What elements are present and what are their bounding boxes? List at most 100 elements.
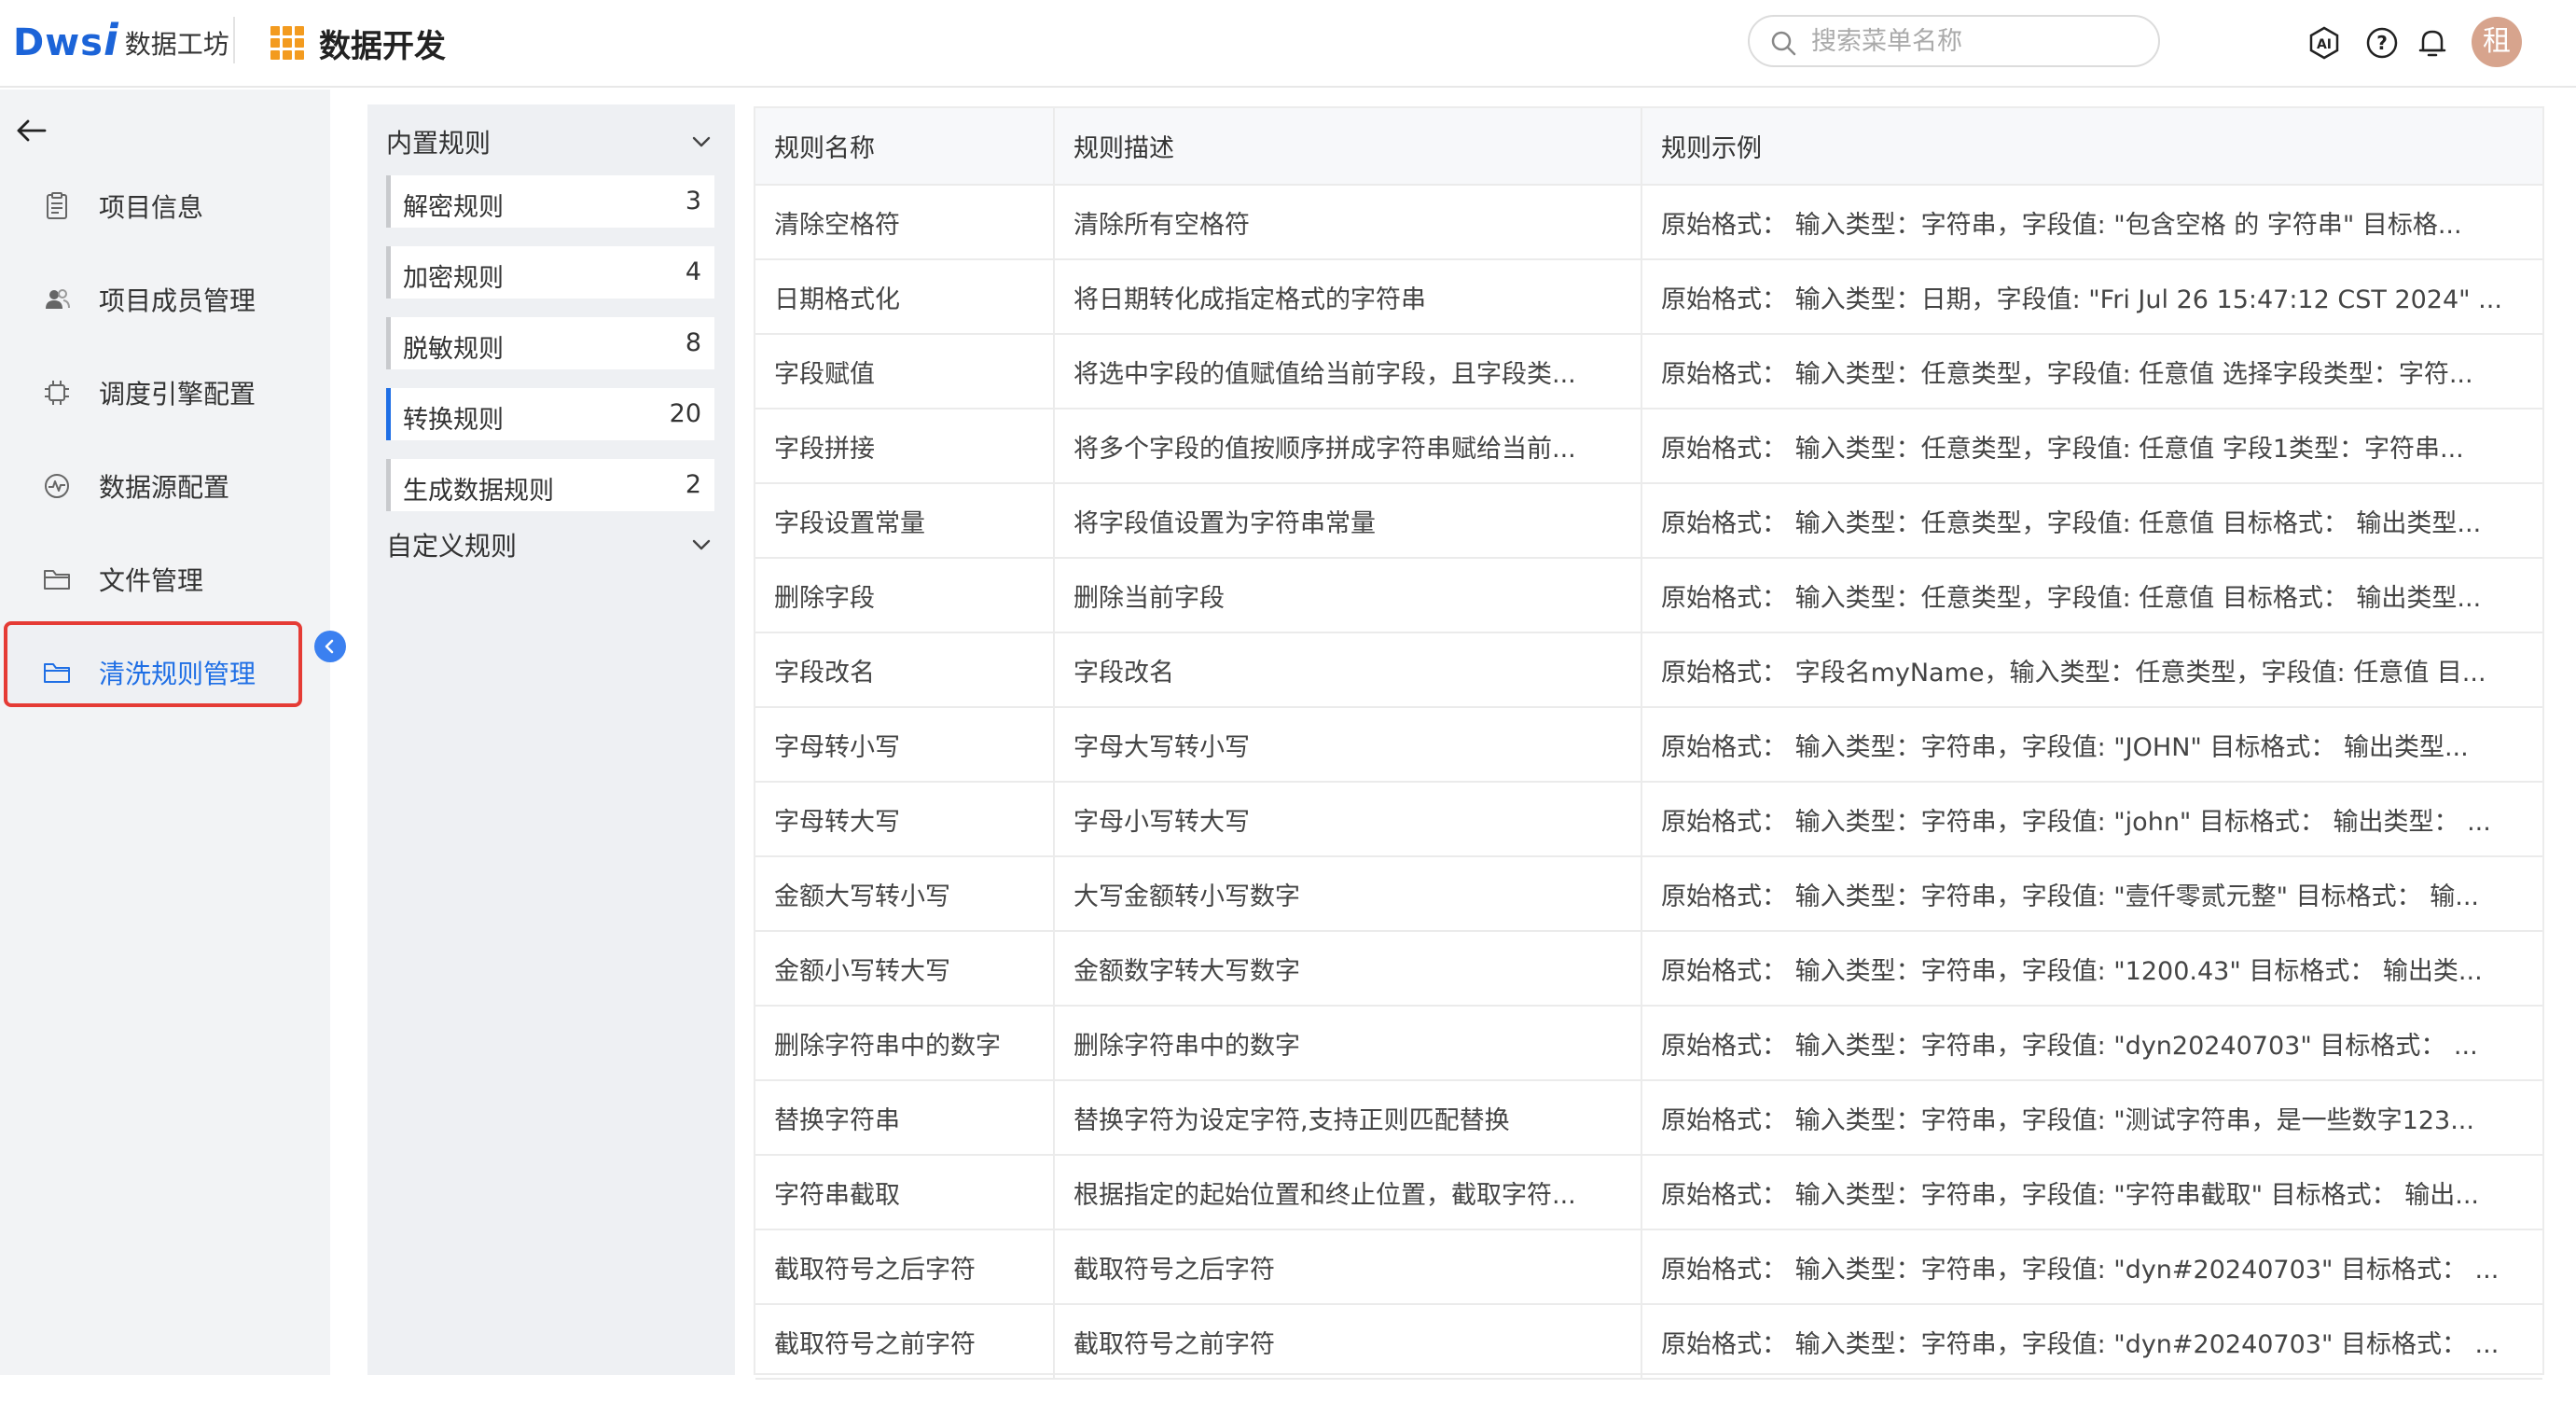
rule-example-cell: 原始格式： 输入类型：字符串，字段值: "dyn#20240703" 目标格式：… xyxy=(1641,1304,2542,1380)
sidebar-item-label: 数据源配置 xyxy=(99,472,230,503)
collapse-sidebar-button[interactable] xyxy=(314,631,346,662)
chevron-left-icon xyxy=(325,639,334,654)
sidebar-item-label: 文件管理 xyxy=(99,565,204,596)
rule-example-cell: 原始格式： 输入类型：字符串，字段值: "测试字符串，是一些数字123... xyxy=(1641,1080,2542,1156)
category-name: 转换规则 xyxy=(403,406,504,435)
category-item-decrypt[interactable]: 解密规则 3 xyxy=(386,175,714,228)
category-item-mask[interactable]: 脱敏规则 8 xyxy=(386,317,714,369)
rule-name-cell: 字段拼接 xyxy=(755,409,1055,484)
chevron-down-icon xyxy=(692,136,711,147)
rule-example-cell: 原始格式： 输入类型：任意类型，字段值: 任意值 目标格式： 输出类型... xyxy=(1641,558,2542,633)
table-row[interactable]: 替换字符串 替换字符为设定字符,支持正则匹配替换 原始格式： 输入类型：字符串，字段… xyxy=(755,1080,2542,1156)
column-header-example: 规则示例 xyxy=(1641,108,2542,186)
column-header-description: 规则描述 xyxy=(1054,108,1642,186)
category-indicator xyxy=(386,246,391,299)
category-indicator xyxy=(386,175,391,228)
category-item-encrypt[interactable]: 加密规则 4 xyxy=(386,246,714,299)
table-row[interactable]: 清除空格符 清除所有空格符 原始格式： 输入类型：字符串，字段值: "包含空格 的 … xyxy=(755,185,2542,260)
table-row[interactable]: 字母转大写 字母小写转大写 原始格式： 输入类型：字符串，字段值: "john" 目… xyxy=(755,782,2542,857)
rule-example-cell: 原始格式： 输入类型：字符串，字段值: "字符串截取" 目标格式： 输出... xyxy=(1641,1155,2542,1230)
rule-name-cell: 截取符号之前字符 xyxy=(755,1304,1055,1380)
table-row[interactable]: 金额大写转小写 大写金额转小写数字 原始格式： 输入类型：字符串，字段值: "壹仟零… xyxy=(755,856,2542,932)
rule-description-cell: 截取符号之前字符 xyxy=(1054,1304,1642,1380)
table-row[interactable]: 字段拼接 将多个字段的值按顺序拼成字符串赋给当前... 原始格式： 输入类型：任意类… xyxy=(755,409,2542,484)
rule-name-cell: 截取符号之后字符 xyxy=(755,1229,1055,1305)
sidebar-item-cleaning-rules[interactable]: 清洗规则管理 xyxy=(0,631,330,715)
table-row[interactable]: 字符串截取 根据指定的起始位置和终止位置，截取字符... 原始格式： 输入类型：字符… xyxy=(755,1155,2542,1230)
rule-description-cell: 字段改名 xyxy=(1054,632,1642,708)
rule-name-cell: 字段赋值 xyxy=(755,334,1055,410)
category-indicator xyxy=(386,388,391,440)
rule-name-cell: 字段设置常量 xyxy=(755,483,1055,559)
rule-description-cell: 字母小写转大写 xyxy=(1054,782,1642,857)
chip-icon xyxy=(45,381,69,405)
rule-example-cell: 原始格式： 输入类型：字符串，字段值: "john" 目标格式： 输出类型： .… xyxy=(1641,782,2542,857)
table-row[interactable]: 截取符号之后字符 截取符号之后字符 原始格式： 输入类型：字符串，字段值: "dyn… xyxy=(755,1229,2542,1305)
table-row[interactable]: 字母转小写 字母大写转小写 原始格式： 输入类型：字符串，字段值: "JOHN" 目… xyxy=(755,707,2542,783)
rule-example-cell: 原始格式： 输入类型：日期，字段值: "Fri Jul 26 15:47:12 … xyxy=(1641,259,2542,335)
svg-text:AI: AI xyxy=(2317,37,2332,52)
table-row[interactable]: 字段改名 字段改名 原始格式： 字段名myName，输入类型：任意类型，字段值: 任… xyxy=(755,632,2542,708)
category-indicator xyxy=(386,459,391,511)
avatar[interactable]: 租 xyxy=(2472,17,2522,67)
table-row[interactable]: 截取符号之前字符 截取符号之前字符 原始格式： 输入类型：字符串，字段值: "dyn… xyxy=(755,1304,2542,1380)
sidebar-item-files[interactable]: 文件管理 xyxy=(0,537,330,621)
sidebar-item-members[interactable]: 项目成员管理 xyxy=(0,257,330,341)
table-row[interactable]: 删除字段 删除当前字段 原始格式： 输入类型：任意类型，字段值: 任意值 目标格式：… xyxy=(755,558,2542,633)
table-row[interactable]: 日期格式化 将日期转化成指定格式的字符串 原始格式： 输入类型：日期，字段值: "F… xyxy=(755,259,2542,335)
rule-name-cell: 删除字符串中的数字 xyxy=(755,1006,1055,1081)
search-input[interactable] xyxy=(1811,24,2147,58)
category-name: 解密规则 xyxy=(403,193,504,222)
rule-example-cell: 原始格式： 输入类型：任意类型，字段值: 任意值 字段1类型：字符串... xyxy=(1641,409,2542,484)
rule-example-cell: 原始格式： 输入类型：任意类型，字段值: 任意值 选择字段类型：字符... xyxy=(1641,334,2542,410)
rule-description-cell: 删除当前字段 xyxy=(1054,558,1642,633)
table-row[interactable]: 字段赋值 将选中字段的值赋值给当前字段，且字段类... 原始格式： 输入类型：任意类… xyxy=(755,334,2542,410)
datasource-icon xyxy=(45,474,69,498)
sidebar-item-project-info[interactable]: 项目信息 xyxy=(0,164,330,248)
logo[interactable]: Dwsi 数据工坊 xyxy=(13,15,229,65)
builtin-rules-header[interactable]: 内置规则 xyxy=(386,123,722,164)
back-arrow-icon[interactable] xyxy=(13,112,50,149)
users-icon xyxy=(46,289,70,309)
rule-name-cell: 清除空格符 xyxy=(755,185,1055,260)
divider xyxy=(233,17,235,63)
clipboard-icon xyxy=(47,192,67,219)
table-row[interactable]: 删除字符串中的数字 删除字符串中的数字 原始格式： 输入类型：字符串，字段值: "d… xyxy=(755,1006,2542,1081)
table-row[interactable]: 金额小写转大写 金额数字转大写数字 原始格式： 输入类型：字符串，字段值: "120… xyxy=(755,931,2542,1007)
column-header-name: 规则名称 xyxy=(755,108,1055,186)
sidebar-item-datasource[interactable]: 数据源配置 xyxy=(0,444,330,528)
table-header-row: 规则名称 规则描述 规则示例 xyxy=(755,108,2542,186)
rule-example-cell: 原始格式： 输入类型：字符串，字段值: "JOHN" 目标格式： 输出类型... xyxy=(1641,707,2542,783)
rule-description-cell: 截取符号之后字符 xyxy=(1054,1229,1642,1305)
svg-text:?: ? xyxy=(2376,32,2388,54)
table-row[interactable]: 字段设置常量 将字段值设置为字符串常量 原始格式： 输入类型：任意类型，字段值: 任… xyxy=(755,483,2542,559)
category-name: 加密规则 xyxy=(403,264,504,293)
rule-name-cell: 金额小写转大写 xyxy=(755,931,1055,1007)
rule-description-cell: 将选中字段的值赋值给当前字段，且字段类... xyxy=(1054,334,1642,410)
category-item-convert[interactable]: 转换规则 20 xyxy=(386,388,714,440)
rule-example-cell: 原始格式： 输入类型：字符串，字段值: "dyn#20240703" 目标格式：… xyxy=(1641,1229,2542,1305)
rule-description-cell: 将多个字段的值按顺序拼成字符串赋给当前... xyxy=(1054,409,1642,484)
rule-description-cell: 删除字符串中的数字 xyxy=(1054,1006,1642,1081)
category-count: 3 xyxy=(685,187,701,215)
app-grid-icon[interactable] xyxy=(270,26,304,60)
custom-rules-header[interactable]: 自定义规则 xyxy=(386,526,722,567)
top-bar: Dwsi 数据工坊 数据开发 AI ? 租 xyxy=(0,0,2576,88)
bell-icon[interactable] xyxy=(2414,24,2451,62)
rules-table: 规则名称 规则描述 规则示例 清除空格符 清除所有空格符 原始格式： 输入类型：字符… xyxy=(755,108,2542,1380)
chevron-down-icon xyxy=(692,539,711,550)
custom-rules-label: 自定义规则 xyxy=(386,531,518,562)
rule-name-cell: 替换字符串 xyxy=(755,1080,1055,1156)
category-count: 2 xyxy=(685,470,701,499)
rule-name-cell: 字母转大写 xyxy=(755,782,1055,857)
category-item-generate[interactable]: 生成数据规则 2 xyxy=(386,459,714,511)
sidebar-item-label: 清洗规则管理 xyxy=(99,659,256,689)
rule-name-cell: 金额大写转小写 xyxy=(755,856,1055,932)
help-icon[interactable]: ? xyxy=(2363,24,2401,62)
rule-description-cell: 字母大写转小写 xyxy=(1054,707,1642,783)
search-box[interactable] xyxy=(1748,15,2160,67)
ai-assistant-icon[interactable]: AI xyxy=(2306,24,2343,62)
sidebar-item-scheduler[interactable]: 调度引擎配置 xyxy=(0,351,330,435)
rules-table-container: 规则名称 规则描述 规则示例 清除空格符 清除所有空格符 原始格式： 输入类型：字符… xyxy=(754,106,2544,1380)
rule-name-cell: 字母转小写 xyxy=(755,707,1055,783)
